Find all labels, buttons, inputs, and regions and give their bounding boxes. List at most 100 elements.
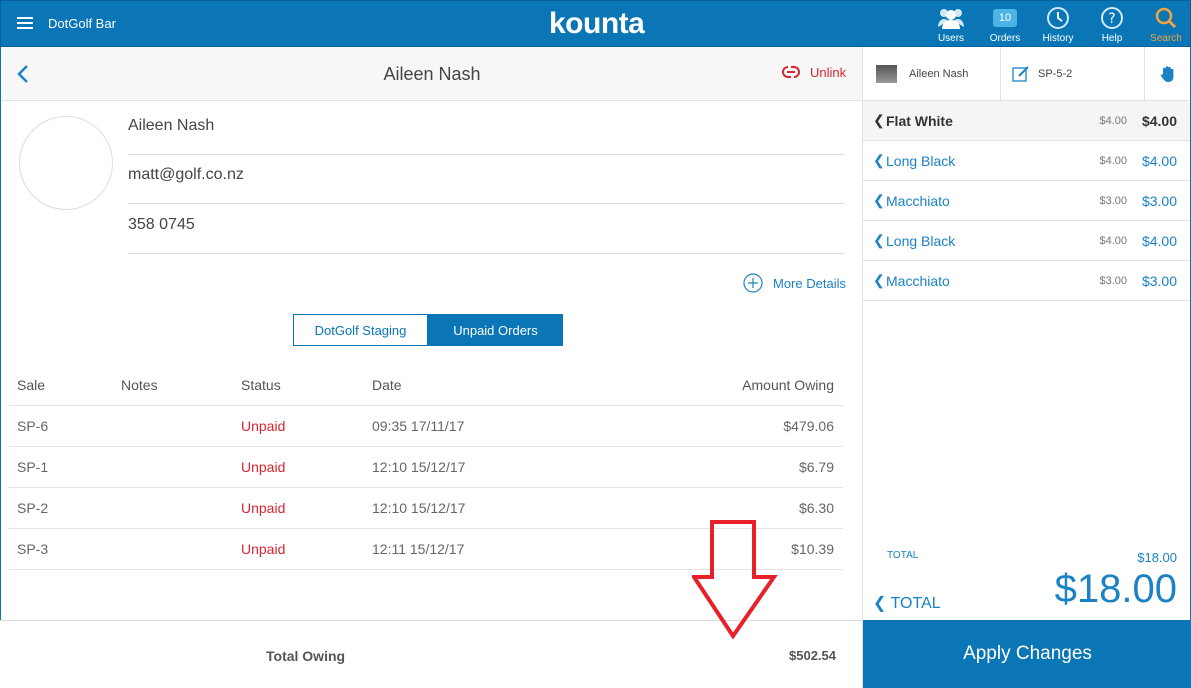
cell-amount: $479.06 [783, 418, 834, 434]
order-line-item[interactable]: ❮ Long Black $4.00 $4.00 [863, 141, 1190, 181]
users-button[interactable]: Users [929, 5, 973, 45]
cell-date: 12:10 15/12/17 [372, 459, 466, 475]
order-panel: Aileen Nash SP-5-2 ❮ Flat White $4.00 $4… [862, 47, 1191, 688]
subtotal-label: TOTAL [887, 550, 919, 561]
order-line-item[interactable]: ❮ Long Black $4.00 $4.00 [863, 221, 1190, 261]
venue-name: DotGolf Bar [48, 16, 116, 31]
page-title: Aileen Nash [383, 64, 481, 84]
item-unit-price: $3.00 [1099, 274, 1127, 287]
cell-sale: SP-6 [17, 418, 49, 434]
table-header: Sale Notes Status Date Amount Owing [8, 364, 843, 406]
unlink-button[interactable]: Unlink [780, 64, 846, 80]
header-notes: Notes [121, 376, 158, 393]
customer-header: Aileen Nash Unlink [1, 47, 863, 101]
item-name: Flat White [886, 112, 953, 129]
svg-text:?: ? [1108, 11, 1115, 27]
item-unit-price: $3.00 [1099, 194, 1127, 207]
search-button[interactable]: Search [1144, 5, 1188, 45]
cell-amount: $6.30 [798, 500, 834, 516]
orders-label: Orders [989, 33, 1021, 44]
header-date: Date [372, 376, 402, 393]
top-bar: DotGolf Bar kounta Users 10 Orders Histo… [0, 0, 1191, 47]
item-price: $4.00 [1141, 152, 1177, 169]
chevron-left-icon: ❮ [873, 595, 887, 612]
order-tabs: DotGolf Staging Unpaid Orders [293, 314, 563, 346]
customer-thumbnail [876, 64, 897, 83]
cell-sale: SP-3 [17, 541, 49, 557]
apply-changes-button[interactable]: Apply Changes [863, 620, 1191, 688]
order-line-item[interactable]: ❮ Macchiato $3.00 $3.00 [863, 261, 1190, 301]
total-owing-value: $502.54 [789, 648, 836, 663]
plus-circle-icon [743, 273, 763, 293]
avatar [19, 116, 113, 210]
item-price: $3.00 [1141, 272, 1177, 289]
cell-date: 12:11 15/12/17 [372, 541, 465, 557]
item-price: $3.00 [1141, 192, 1177, 209]
cell-sale: SP-1 [17, 459, 49, 475]
item-unit-price: $4.00 [1099, 154, 1127, 167]
email-field[interactable]: matt@golf.co.nz [128, 166, 844, 204]
search-icon [1144, 5, 1188, 31]
menu-icon[interactable] [17, 17, 33, 29]
help-icon: ? [1090, 5, 1134, 31]
header-sale: Sale [17, 376, 46, 393]
more-details-button[interactable]: More Details [743, 273, 846, 293]
cell-date: 12:10 15/12/17 [372, 500, 466, 516]
order-customer-name: Aileen Nash [909, 67, 969, 80]
item-unit-price: $4.00 [1099, 114, 1127, 127]
cell-status: Unpaid [241, 500, 286, 516]
item-unit-price: $4.00 [1099, 234, 1127, 247]
more-details-label: More Details [773, 275, 846, 291]
chevron-left-icon: ❮ [873, 112, 885, 128]
cell-sale: SP-2 [17, 500, 49, 516]
cell-status: Unpaid [241, 459, 286, 475]
table-row[interactable]: SP-6 Unpaid 09:35 17/11/17 $479.06 [8, 406, 843, 447]
order-line-item[interactable]: ❮ Macchiato $3.00 $3.00 [863, 181, 1190, 221]
order-sale-id: SP-5-2 [1038, 67, 1073, 80]
total-value: $18.00 [1054, 567, 1177, 611]
item-name: Long Black [886, 232, 956, 249]
history-icon [1036, 5, 1080, 31]
item-name: Macchiato [886, 192, 950, 209]
cell-amount: $6.79 [798, 459, 834, 475]
cell-status: Unpaid [241, 541, 286, 557]
cell-date: 09:35 17/11/17 [372, 418, 465, 434]
search-label: Search [1150, 33, 1182, 44]
chevron-left-icon: ❮ [873, 152, 885, 168]
history-label: History [1042, 33, 1074, 44]
unlink-icon [782, 66, 800, 78]
orders-count-badge: 10 [993, 9, 1017, 27]
help-button[interactable]: ? Help [1090, 5, 1134, 45]
order-line-item[interactable]: ❮ Flat White $4.00 $4.00 [863, 101, 1190, 141]
tab-dotgolf-staging[interactable]: DotGolf Staging [293, 314, 428, 346]
unlink-label: Unlink [810, 64, 847, 80]
down-arrow-annotation [692, 520, 778, 640]
order-sale-button[interactable]: SP-5-2 [1001, 47, 1145, 100]
subtotal-value: $18.00 [1137, 550, 1177, 565]
total-owing-label: Total Owing [266, 648, 346, 664]
chevron-left-icon: ❮ [873, 232, 885, 248]
users-label: Users [937, 33, 965, 44]
total-label: TOTAL [890, 595, 941, 612]
order-customer-button[interactable]: Aileen Nash [863, 47, 1001, 100]
order-header: Aileen Nash SP-5-2 [863, 47, 1190, 101]
cell-status: Unpaid [241, 418, 286, 434]
item-price: $4.00 [1141, 112, 1177, 129]
history-button[interactable]: History [1036, 5, 1080, 45]
edit-icon [1012, 65, 1029, 82]
help-label: Help [1101, 33, 1123, 44]
users-icon [929, 5, 973, 31]
table-row[interactable]: SP-1 Unpaid 12:10 15/12/17 $6.79 [8, 447, 843, 488]
item-name: Long Black [886, 152, 956, 169]
item-name: Macchiato [886, 272, 950, 289]
item-price: $4.00 [1141, 232, 1177, 249]
total-toggle[interactable]: ❮ TOTAL [873, 593, 941, 613]
hand-icon[interactable] [1145, 47, 1190, 100]
phone-field[interactable]: 358 0745 [128, 216, 844, 254]
chevron-left-icon: ❮ [873, 272, 885, 288]
name-field[interactable]: Aileen Nash [128, 117, 844, 155]
tab-unpaid-orders[interactable]: Unpaid Orders [428, 314, 563, 346]
header-amount: Amount Owing [742, 376, 834, 393]
kounta-logo: kounta [549, 7, 645, 40]
orders-button[interactable]: 10 Orders [983, 5, 1027, 45]
